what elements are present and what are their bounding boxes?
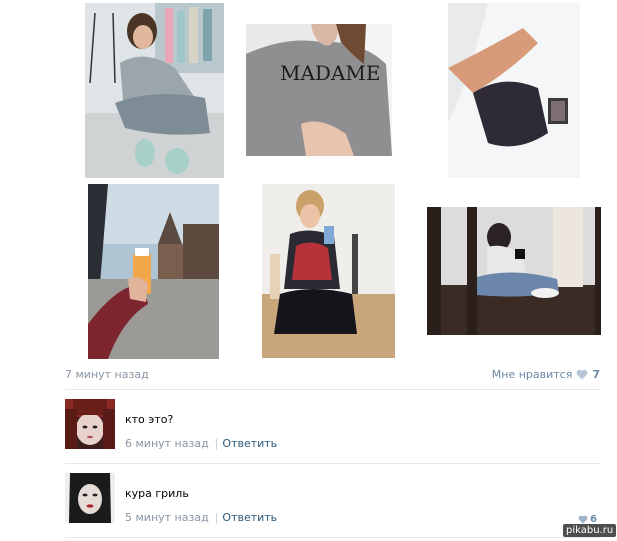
photo-madame-sweater[interactable]: MADAME (246, 24, 392, 156)
photo-city-drink[interactable] (88, 184, 219, 359)
reply-link[interactable]: Ответить (222, 511, 277, 524)
reply-link[interactable]: Ответить (222, 437, 277, 450)
photo-legs-on-bed[interactable] (448, 3, 580, 178)
pikabu-watermark: pikabu.ru (563, 524, 617, 537)
avatar[interactable] (65, 399, 115, 449)
like-label[interactable]: Мне нравится (492, 368, 573, 381)
like-button[interactable]: Мне нравится 7 (492, 368, 600, 381)
comment-timestamp: 6 минут назад (125, 437, 209, 450)
meta-separator: | (214, 511, 219, 524)
photo-girl-sitting-boutique[interactable] (85, 3, 224, 178)
heart-icon (578, 515, 588, 524)
meta-separator: | (214, 437, 219, 450)
divider (65, 537, 600, 538)
post-timestamp: 7 минут назад (65, 368, 149, 381)
photo-sitting-floor-selfie[interactable] (427, 207, 601, 335)
sweater-print-text: MADAME (280, 61, 380, 85)
heart-icon[interactable] (576, 369, 588, 380)
photo-mirror-selfie-skirt[interactable] (262, 184, 395, 358)
comment-meta: 6 минут назад | Ответить (125, 437, 277, 450)
comment-text: кто это? (125, 413, 174, 426)
comment-item: кто это? 6 минут назад | Ответить (65, 399, 600, 453)
avatar[interactable] (65, 473, 115, 523)
comment-item: кура гриль 5 минут назад | Ответить (65, 473, 600, 527)
comment-meta: 5 минут назад | Ответить (125, 511, 277, 524)
comment-text: кура гриль (125, 487, 189, 500)
post-meta-row: 7 минут назад Мне нравится 7 (65, 366, 600, 384)
comment-timestamp: 5 минут назад (125, 511, 209, 524)
divider (65, 463, 600, 464)
divider (65, 389, 600, 390)
like-count: 7 (592, 368, 600, 381)
